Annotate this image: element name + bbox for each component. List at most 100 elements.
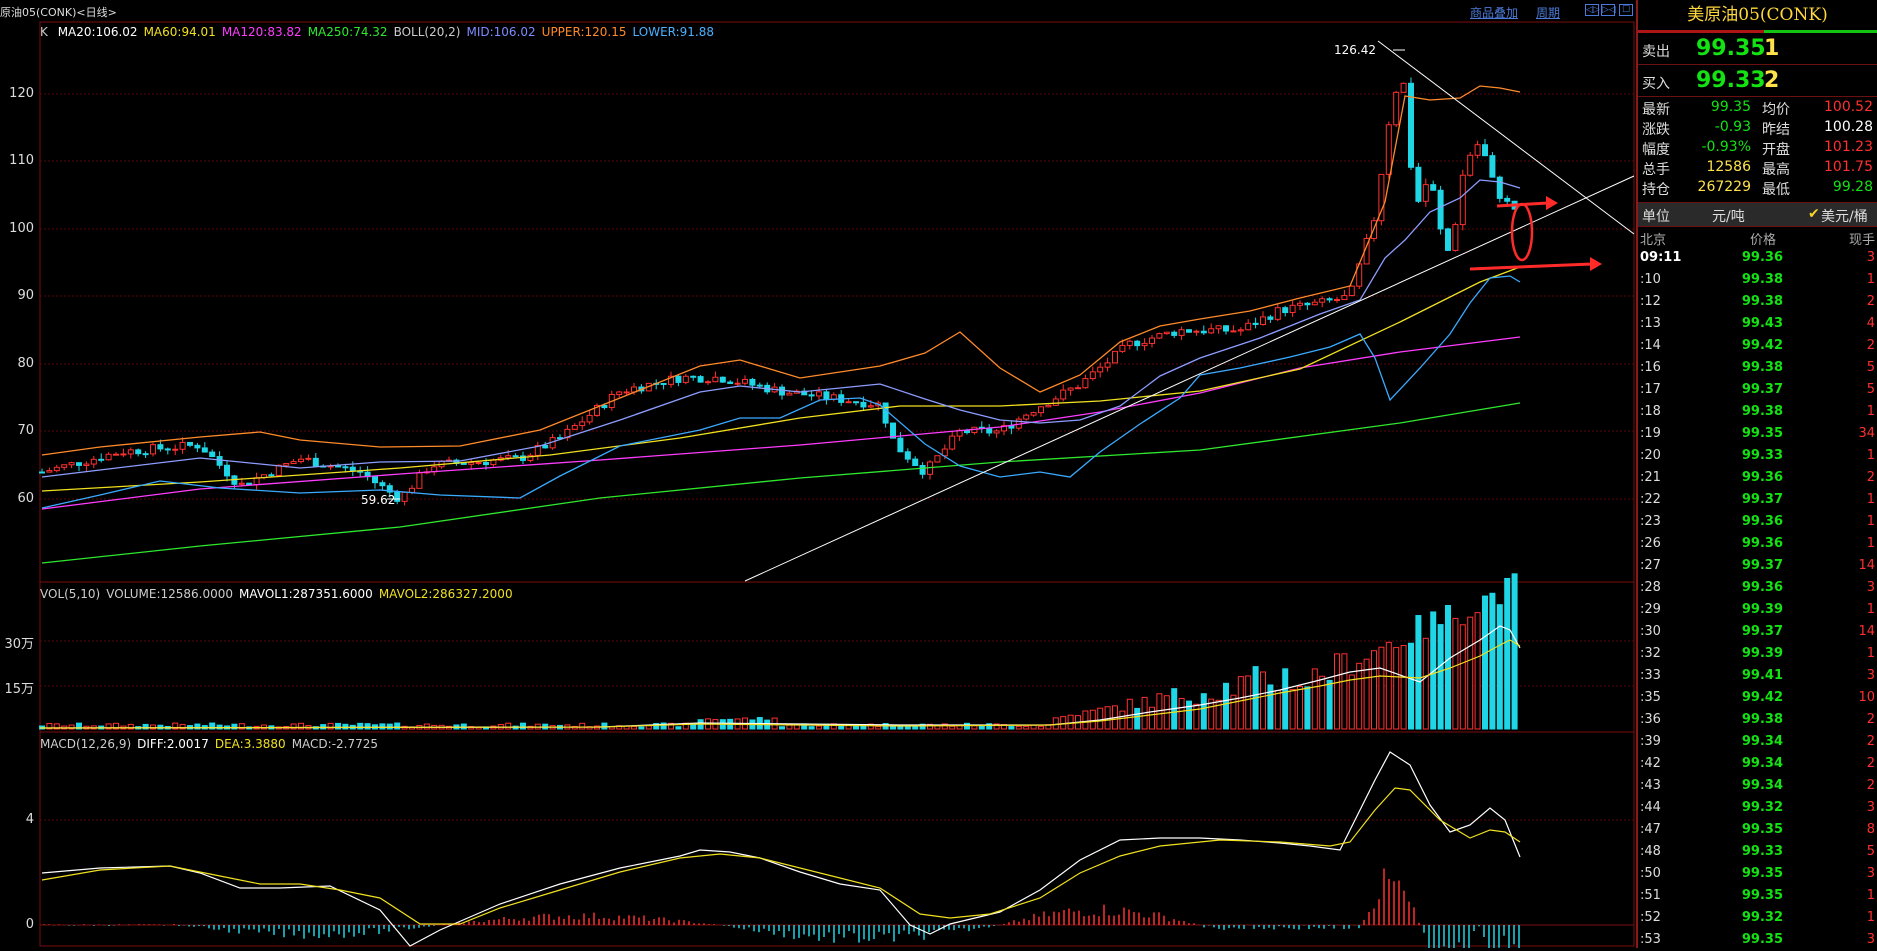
unit-check-icon: ✔ bbox=[1808, 206, 1820, 222]
ma60-line bbox=[41, 266, 1521, 492]
tick-row[interactable]: :16 99.38 5 bbox=[1638, 357, 1877, 379]
zoom-out-button[interactable]: ◁▷ bbox=[1585, 4, 1600, 16]
indicator-value: MAVOL2:286327.2000 bbox=[378, 587, 513, 601]
tick-row[interactable]: :13 99.43 4 bbox=[1638, 313, 1877, 335]
period-link[interactable]: 周期 bbox=[1536, 4, 1560, 21]
tick-row[interactable]: :35 99.42 10 bbox=[1638, 687, 1877, 709]
tick-row[interactable]: :22 99.37 1 bbox=[1638, 489, 1877, 511]
candle-body bbox=[1289, 304, 1296, 314]
candle-body bbox=[786, 392, 793, 396]
candle-body bbox=[372, 476, 378, 484]
tick-row[interactable]: :42 99.34 2 bbox=[1638, 753, 1877, 775]
sell-quote-row[interactable]: 卖出 99.35 1 bbox=[1638, 33, 1877, 65]
tick-row[interactable]: :39 99.34 2 bbox=[1638, 731, 1877, 753]
candle-body bbox=[98, 458, 105, 461]
tick-row[interactable]: :10 99.38 1 bbox=[1638, 269, 1877, 291]
zoom-in-button[interactable]: ▷◁ bbox=[1601, 4, 1616, 16]
tick-row[interactable]: :33 99.41 3 bbox=[1638, 665, 1877, 687]
candle-body bbox=[1319, 298, 1326, 303]
volume-bar bbox=[1422, 637, 1429, 730]
candle-body bbox=[46, 470, 53, 473]
candle-body bbox=[312, 457, 319, 467]
tick-row[interactable]: :29 99.39 1 bbox=[1638, 599, 1877, 621]
unit-option-usd-barrel[interactable]: 美元/桶 bbox=[1821, 206, 1868, 226]
tick-row[interactable]: :21 99.36 2 bbox=[1638, 467, 1877, 489]
tick-row[interactable]: :51 99.35 1 bbox=[1638, 885, 1877, 907]
candle-body bbox=[1030, 412, 1037, 416]
buy-quote-row[interactable]: 买入 99.33 2 bbox=[1638, 65, 1877, 97]
y-label-90: 90 bbox=[17, 288, 34, 303]
tick-row[interactable]: :44 99.32 3 bbox=[1638, 797, 1877, 819]
tick-row[interactable]: 09:11 99.36 3 bbox=[1638, 247, 1877, 269]
y-label-110: 110 bbox=[9, 153, 34, 168]
tick-row[interactable]: :27 99.37 14 bbox=[1638, 555, 1877, 577]
tick-row[interactable]: :23 99.36 1 bbox=[1638, 511, 1877, 533]
candle-body bbox=[749, 378, 756, 386]
volume-bar bbox=[1193, 703, 1200, 730]
candle-body bbox=[105, 453, 112, 461]
candle-body bbox=[246, 482, 253, 485]
tick-row[interactable]: :47 99.35 8 bbox=[1638, 819, 1877, 841]
y-label-70: 70 bbox=[17, 423, 34, 438]
tick-row[interactable]: :14 99.42 2 bbox=[1638, 335, 1877, 357]
tick-row[interactable]: :48 99.33 5 bbox=[1638, 841, 1877, 863]
tick-price: 99.35 bbox=[1741, 822, 1783, 837]
tick-row[interactable]: :19 99.35 34 bbox=[1638, 423, 1877, 445]
tick-list[interactable]: 09:11 99.36 3:10 99.38 1:12 99.38 2:13 99.43 4:1… bbox=[1638, 247, 1877, 951]
volume-bar bbox=[1474, 612, 1481, 730]
tick-row[interactable]: :18 99.38 1 bbox=[1638, 401, 1877, 423]
chart-area[interactable]: 原油05(CONK)<日线> 商品叠加 周期 ◁▷ ▷◁ ☐ K MA20:10… bbox=[0, 0, 1636, 948]
candle-body bbox=[1038, 406, 1044, 414]
candle-body bbox=[113, 453, 119, 456]
indicator-value: DIFF:2.0017 bbox=[137, 737, 209, 751]
tick-price: 99.35 bbox=[1741, 426, 1783, 441]
tick-volume: 2 bbox=[1866, 294, 1875, 309]
tick-time: :14 bbox=[1640, 338, 1661, 353]
indicator-value: VOLUME:12586.0000 bbox=[106, 587, 234, 601]
volume-bar bbox=[1408, 642, 1414, 730]
tick-time: :35 bbox=[1640, 690, 1661, 705]
volume-bar bbox=[394, 722, 401, 730]
tick-row[interactable]: :12 99.38 2 bbox=[1638, 291, 1877, 313]
tick-row[interactable]: :26 99.36 1 bbox=[1638, 533, 1877, 555]
window-close-button[interactable]: ☐ bbox=[1619, 4, 1633, 16]
tick-row[interactable]: :32 99.39 1 bbox=[1638, 643, 1877, 665]
volume-bar bbox=[1385, 641, 1392, 730]
unit-selector[interactable]: 单位 元/吨 ✔ 美元/桶 bbox=[1638, 203, 1877, 227]
tick-row[interactable]: :30 99.37 14 bbox=[1638, 621, 1877, 643]
price-indicator-legend: K MA20:106.02 MA60:94.01 MA120:83.82 MA250:… bbox=[40, 25, 726, 39]
tick-price: 99.38 bbox=[1741, 404, 1783, 419]
volume-bar bbox=[505, 722, 512, 730]
tick-row[interactable]: :43 99.34 2 bbox=[1638, 775, 1877, 797]
tick-volume: 1 bbox=[1866, 404, 1875, 419]
tick-row[interactable]: :17 99.37 5 bbox=[1638, 379, 1877, 401]
candle-body bbox=[1482, 144, 1488, 157]
volume-bar bbox=[386, 723, 393, 730]
volume-bar bbox=[1341, 653, 1348, 730]
tick-price: 99.37 bbox=[1741, 382, 1783, 397]
ticks-header-price: 价格 bbox=[1750, 233, 1777, 248]
tick-price: 99.32 bbox=[1741, 910, 1783, 925]
tick-volume: 3 bbox=[1866, 250, 1875, 265]
candle-body bbox=[1260, 316, 1266, 325]
tick-row[interactable]: :20 99.33 1 bbox=[1638, 445, 1877, 467]
tick-volume: 1 bbox=[1866, 888, 1875, 903]
candle-body bbox=[845, 401, 852, 404]
chart-canvas[interactable] bbox=[0, 0, 1636, 948]
unit-option-yuan-ton[interactable]: 元/吨 bbox=[1712, 206, 1745, 226]
candle-body bbox=[209, 451, 216, 458]
candle-body bbox=[690, 375, 697, 378]
tick-row[interactable]: :28 99.36 3 bbox=[1638, 577, 1877, 599]
tick-row[interactable]: :50 99.35 3 bbox=[1638, 863, 1877, 885]
candlestick-series bbox=[39, 77, 1518, 506]
volume-bar bbox=[1104, 706, 1111, 730]
overlay-commodity-link[interactable]: 商品叠加 bbox=[1470, 4, 1518, 21]
tick-row[interactable]: :52 99.32 1 bbox=[1638, 907, 1877, 929]
candle-body bbox=[1282, 307, 1289, 314]
macd-label-4: 4 bbox=[25, 812, 34, 827]
volume-bar bbox=[860, 725, 867, 730]
stats-table: 最新 99.35 均价 100.52 涨跌 -0.93 昨结 100.28 幅度 -0.93% 开盘… bbox=[1638, 97, 1877, 203]
candle-body bbox=[468, 462, 475, 465]
volume-bar bbox=[675, 726, 682, 730]
tick-row[interactable]: :36 99.38 2 bbox=[1638, 709, 1877, 731]
